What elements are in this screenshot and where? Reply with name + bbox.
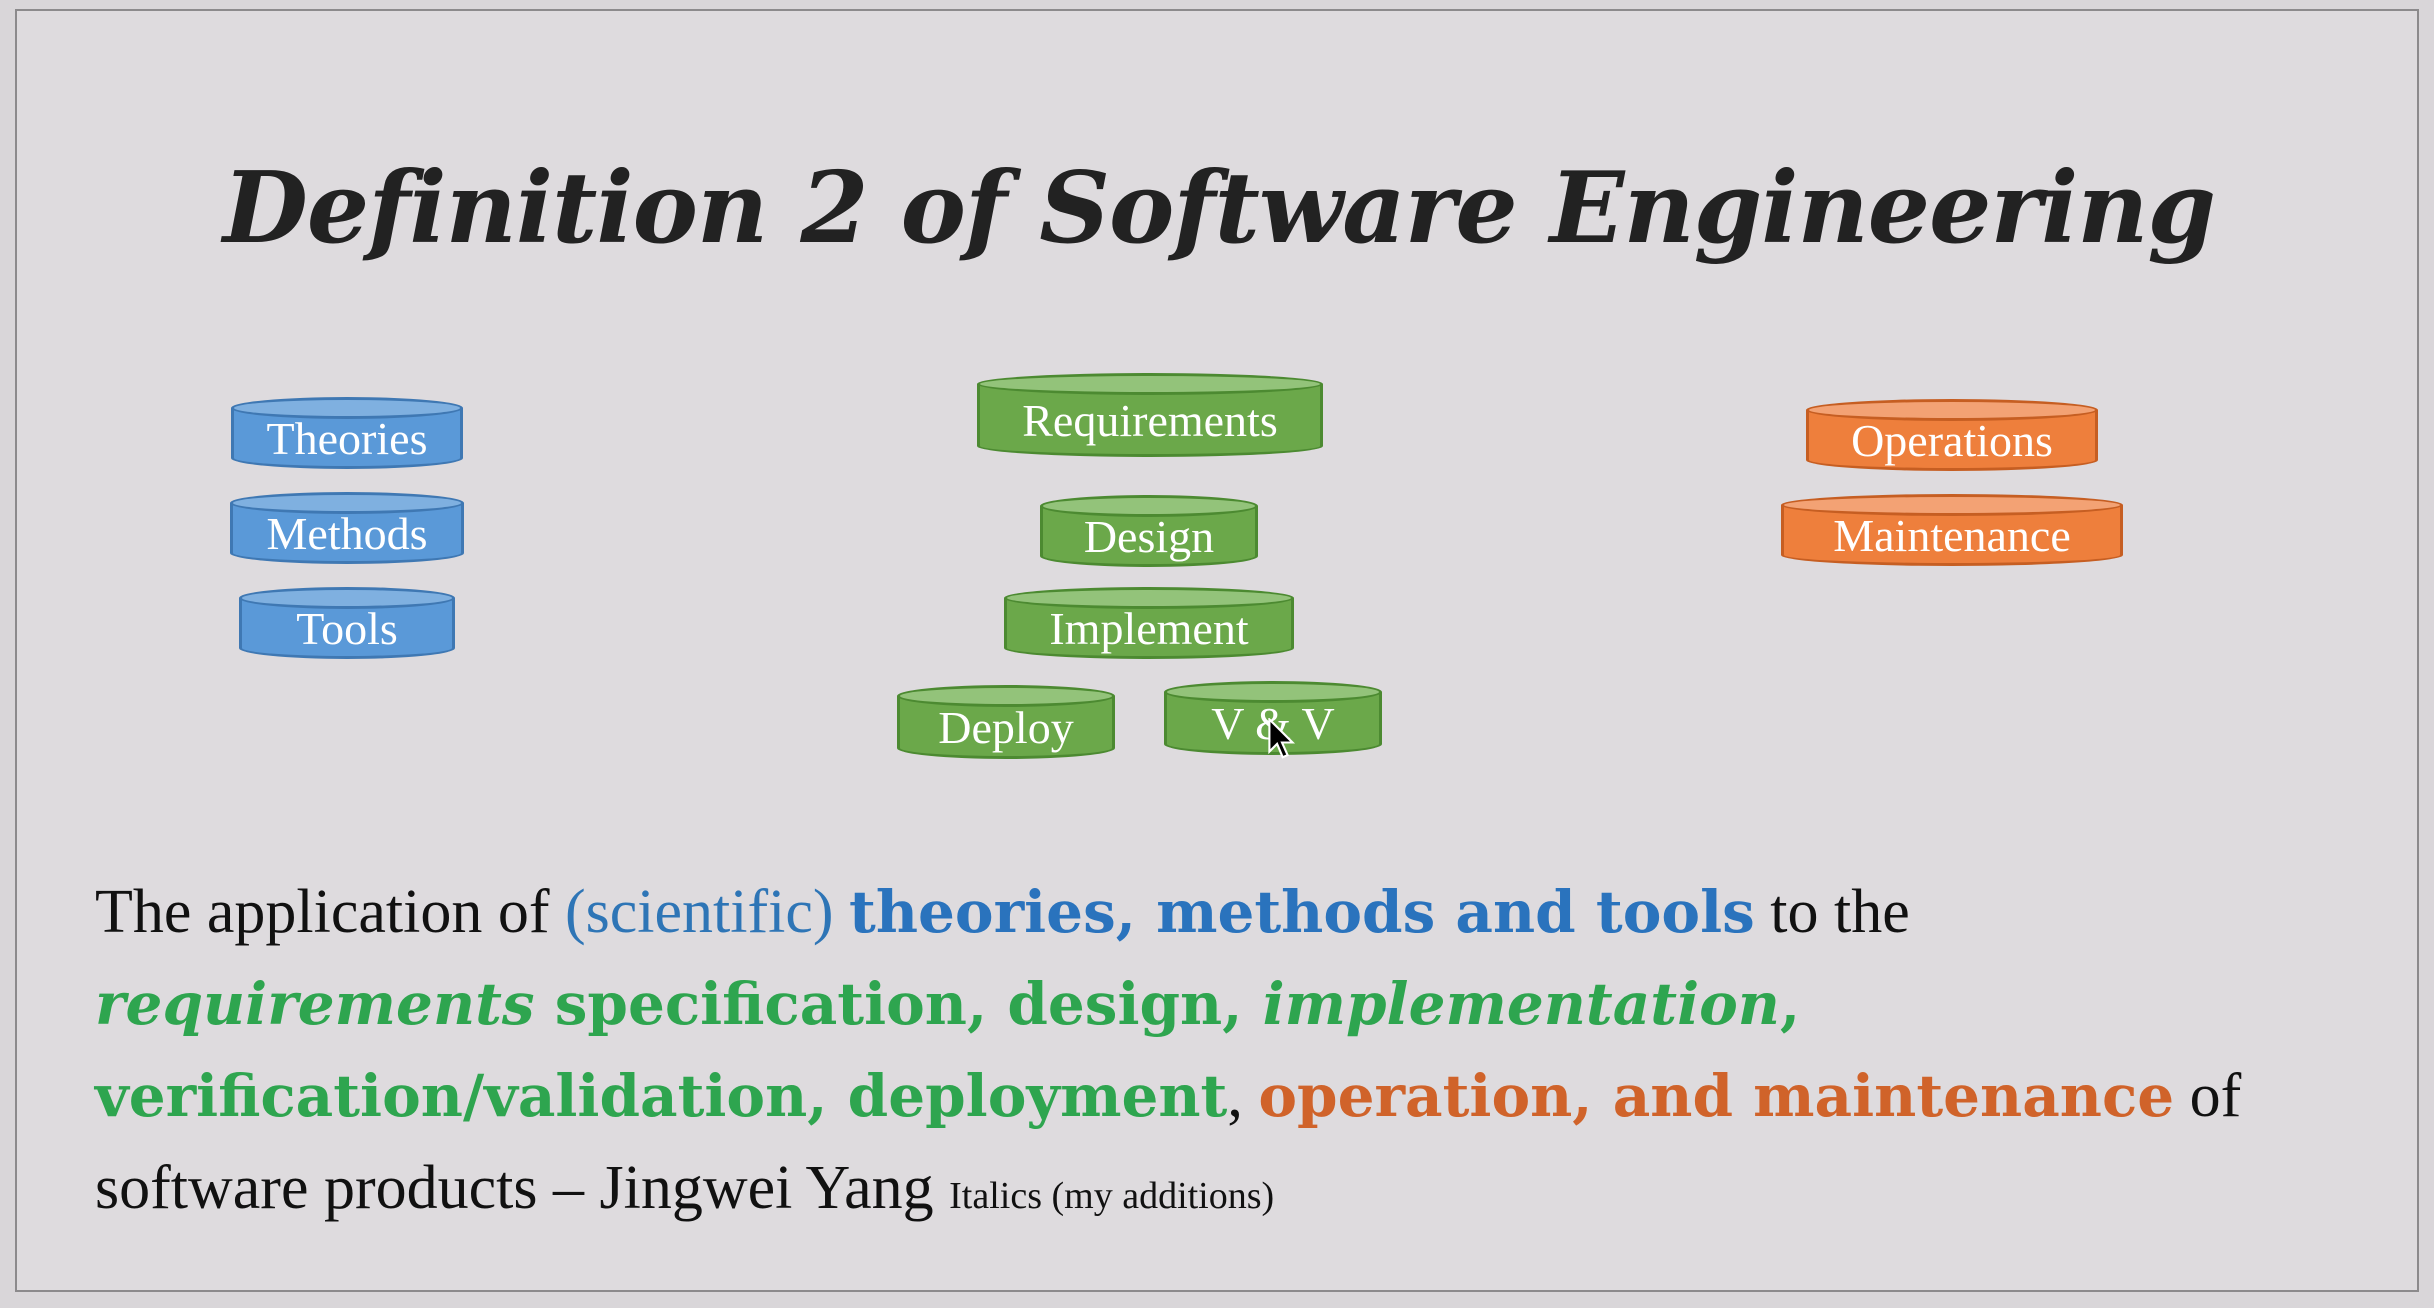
cylinder-label: Requirements: [1022, 394, 1278, 446]
definition-text: The application of (scientific) theories…: [95, 866, 2395, 1242]
cylinder-label: Implement: [1049, 602, 1249, 654]
cylinder-label: Tools: [296, 602, 398, 654]
definition-implementation: implementation: [1262, 970, 1780, 1038]
cylinder-tools: Tools: [239, 587, 455, 659]
definition-plain: The application of: [95, 878, 565, 946]
cylinder-operations: Operations: [1806, 399, 2098, 471]
mouse-cursor-icon: [1268, 718, 1296, 759]
slide: Definition 2 of Software Engineering The…: [15, 9, 2419, 1292]
definition-operation-maintenance: operation, and maintenance: [1258, 1062, 2175, 1130]
definition-plain: ,: [1227, 1062, 1259, 1130]
cylinder-label: Maintenance: [1833, 509, 2071, 561]
cylinder-requirements: Requirements: [977, 373, 1323, 457]
cylinder-maintenance: Maintenance: [1781, 494, 2123, 566]
definition-specification-design: specification, design,: [534, 970, 1263, 1038]
definition-requirements: requirements: [95, 970, 535, 1038]
cylinder-label: Deploy: [938, 701, 1074, 753]
cylinder-theories: Theories: [231, 397, 463, 469]
cylinder-methods: Methods: [230, 492, 464, 564]
definition-theories-methods-tools: theories, methods and tools: [849, 878, 1755, 946]
slide-title: Definition 2 of Software Engineering: [222, 151, 2216, 266]
definition-italics-note: Italics (my additions): [949, 1175, 1275, 1217]
definition-scientific: (scientific): [565, 878, 850, 946]
cylinder-label: Operations: [1851, 414, 2053, 466]
cylinder-implement: Implement: [1004, 587, 1294, 659]
cylinder-design: Design: [1040, 495, 1258, 567]
cylinder-label: Design: [1083, 510, 1215, 562]
cylinder-label: Methods: [266, 507, 428, 559]
definition-plain: to the: [1754, 878, 1910, 946]
cylinder-deploy: Deploy: [897, 685, 1115, 759]
cylinder-label: Theories: [266, 412, 428, 464]
